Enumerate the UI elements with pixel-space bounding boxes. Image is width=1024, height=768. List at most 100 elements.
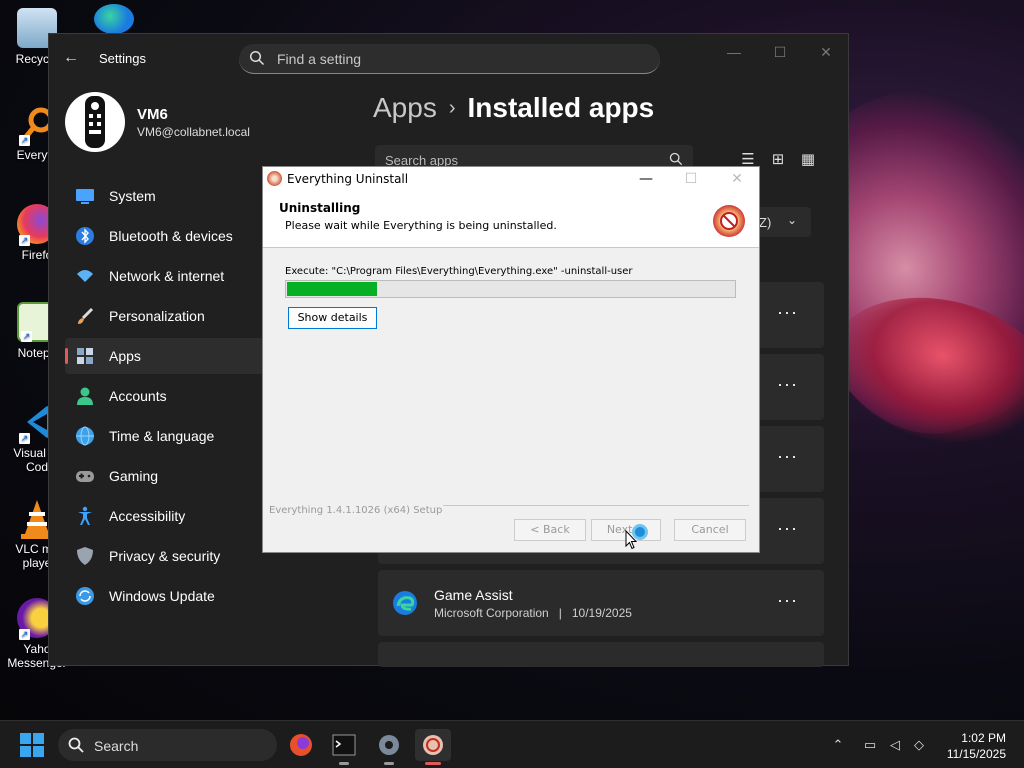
more-options-icon[interactable]: ··· — [777, 374, 798, 395]
gamepad-icon — [76, 471, 94, 482]
windows-start-icon[interactable] — [20, 733, 44, 757]
more-options-icon[interactable]: ··· — [777, 446, 798, 467]
volume-muted-icon[interactable]: ◁ — [886, 737, 904, 753]
search-icon — [669, 152, 683, 166]
maximize-button[interactable]: ☐ — [765, 42, 795, 62]
dialog-minimize-button[interactable]: — — [631, 169, 661, 189]
apps-icon — [77, 348, 93, 364]
network-icon[interactable]: ▭ — [861, 737, 879, 753]
terminal-icon — [332, 734, 356, 756]
nav-item-label: Bluetooth & devices — [109, 228, 233, 244]
search-icon — [68, 737, 84, 753]
breadcrumb: Apps › Installed apps — [373, 92, 654, 124]
breadcrumb-apps[interactable]: Apps — [373, 92, 437, 123]
chevron-down-icon: ⌄ — [787, 213, 798, 227]
show-details-button[interactable]: Show details — [288, 307, 377, 329]
taskbar-firefox[interactable] — [283, 729, 319, 761]
more-options-icon[interactable]: ··· — [777, 590, 798, 611]
nav-item-label: Gaming — [109, 468, 159, 484]
taskbar-search-label: Search — [94, 738, 139, 754]
edge-icon — [393, 591, 417, 615]
back-button: < Back — [514, 519, 586, 541]
taskbar-settings[interactable] — [371, 729, 407, 765]
wifi-icon — [77, 270, 93, 282]
nav-item-label: Accessibility — [109, 508, 186, 524]
dialog-heading: Uninstalling — [279, 201, 361, 215]
globe-clock-icon — [76, 426, 94, 446]
running-indicator — [425, 762, 441, 765]
remote-control-icon — [85, 96, 105, 148]
firefox-icon — [290, 734, 312, 756]
footer-divider — [443, 505, 749, 506]
app-install-date: 10/19/2025 — [571, 606, 632, 620]
grid-view-icon[interactable]: ▦ — [797, 150, 819, 172]
chevron-up-icon[interactable]: ⌃ — [829, 737, 847, 753]
nav-item-label: Privacy & security — [109, 548, 221, 564]
accessibility-icon — [78, 506, 92, 525]
page-title: Installed apps — [467, 92, 655, 123]
taskbar: Search ⌃ ▭ ◁ ◇ 1:02 PM 11/15/2025 — [0, 720, 1024, 768]
minimize-button[interactable]: — — [719, 42, 749, 62]
uninstall-progress-bar — [285, 280, 736, 298]
notification-icon[interactable]: ◇ — [910, 737, 928, 753]
everything-uninstall-icon — [267, 171, 282, 186]
tile-view-icon[interactable]: ⊞ — [767, 150, 789, 172]
execute-status-text: Execute: "C:\Program Files\Everything\Ev… — [285, 266, 633, 277]
dialog-close-button: ✕ — [731, 171, 743, 187]
update-icon — [76, 587, 94, 605]
uninstall-logo-icon — [713, 205, 745, 237]
app-list-item-game-assist: Game Assist Microsoft Corporation | 10/1… — [378, 570, 824, 636]
monitor-icon — [76, 189, 94, 204]
close-button[interactable]: ✕ — [811, 42, 841, 62]
nav-item-windows-update[interactable]: Windows Update — [65, 578, 345, 614]
settings-app-title: Settings — [99, 51, 146, 66]
shortcut-arrow-icon: ↗ — [19, 135, 30, 146]
installer-version-label: Everything 1.4.1.1026 (x64) Setup — [269, 505, 443, 516]
bluetooth-icon — [76, 227, 94, 245]
app-publisher: Microsoft Corporation — [434, 606, 549, 620]
more-options-icon[interactable]: ··· — [777, 518, 798, 539]
everything-uninstall-icon — [423, 735, 443, 755]
find-setting-search[interactable]: Find a setting — [239, 44, 660, 74]
search-icon — [249, 50, 265, 66]
taskbar-everything-uninstall[interactable] — [415, 729, 451, 765]
avatar[interactable] — [65, 92, 125, 152]
running-indicator — [339, 762, 349, 765]
running-indicator — [384, 762, 394, 765]
taskbar-search[interactable]: Search — [58, 729, 277, 761]
edge-icon — [94, 4, 134, 34]
nav-item-label: Network & internet — [109, 268, 225, 284]
settings-titlebar: ← Settings Find a setting — ☐ ✕ — [49, 34, 848, 82]
taskbar-terminal[interactable] — [326, 729, 362, 765]
mouse-cursor-icon — [625, 530, 637, 550]
breadcrumb-separator: › — [448, 97, 456, 119]
profile-email: VM6@collabnet.local — [137, 125, 250, 139]
settings-gear-icon — [379, 735, 399, 755]
dialog-header: Uninstalling Please wait while Everythin… — [263, 191, 759, 248]
meta-separator: | — [558, 606, 562, 620]
dialog-titlebar: Everything Uninstall — ☐ ✕ — [263, 167, 759, 191]
profile-name: VM6 — [137, 106, 168, 123]
dialog-subheading: Please wait while Everything is being un… — [285, 219, 557, 232]
back-arrow-icon[interactable]: ← — [63, 48, 83, 68]
progress-fill — [287, 282, 377, 296]
nav-item-label: Accounts — [109, 388, 167, 404]
dialog-maximize-button: ☐ — [684, 171, 698, 187]
shortcut-arrow-icon: ↗ — [19, 433, 30, 444]
clock-date: 11/15/2025 — [946, 747, 1006, 761]
shortcut-arrow-icon: ↗ — [19, 629, 30, 640]
app-list-item-partial — [378, 642, 824, 667]
nav-item-label: System — [109, 188, 156, 204]
sort-value: Z) — [759, 215, 772, 230]
account-icon — [77, 387, 93, 405]
cancel-button: Cancel — [674, 519, 746, 541]
shortcut-arrow-icon: ↗ — [19, 235, 30, 246]
app-name: Game Assist — [434, 587, 513, 603]
nav-item-label: Apps — [109, 348, 141, 364]
more-options-icon[interactable]: ··· — [777, 302, 798, 323]
shield-icon — [77, 547, 93, 565]
taskbar-clock[interactable]: 1:02 PM 11/15/2025 — [947, 730, 1006, 762]
nav-item-label: Windows Update — [109, 588, 215, 604]
clock-time: 1:02 PM — [961, 731, 1006, 745]
shortcut-arrow-icon: ↗ — [21, 331, 32, 342]
